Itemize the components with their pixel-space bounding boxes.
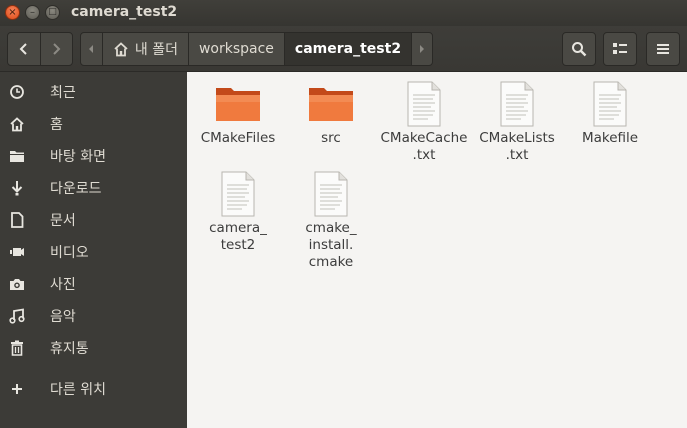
sidebar-item-videos[interactable]: 비디오 — [0, 237, 187, 267]
trash-icon — [8, 339, 26, 357]
sidebar-item-pictures[interactable]: 사진 — [0, 269, 187, 299]
search-button[interactable] — [562, 32, 596, 66]
text-file-icon — [586, 80, 634, 128]
sidebar-item-other-locations[interactable]: 다른 위치 — [0, 374, 187, 404]
path-home-button[interactable]: 내 폴더 — [101, 33, 188, 65]
text-file-icon — [214, 170, 262, 218]
file-item[interactable]: cmake_ install. cmake — [286, 170, 376, 271]
folder-icon — [214, 80, 262, 128]
sidebar-item-downloads[interactable]: 다운로드 — [0, 173, 187, 203]
file-name: CMakeFiles — [200, 130, 276, 146]
folder-icon — [8, 147, 26, 165]
sidebar-item-trash[interactable]: 휴지통 — [0, 333, 187, 363]
file-name: camera_ test2 — [209, 220, 267, 253]
sidebar-item-label: 홈 — [50, 117, 63, 133]
sidebar: 최근 홈 바탕 화면 다운로드 문서 비디오 사진 음악 휴지통 다른 위치 — [0, 72, 187, 428]
download-icon — [8, 179, 26, 197]
forward-button[interactable] — [39, 33, 73, 65]
window-title: camera_test2 — [71, 4, 178, 20]
home-icon — [8, 115, 26, 133]
path-scroll-left-button[interactable] — [81, 33, 102, 65]
file-item[interactable]: camera_ test2 — [193, 170, 283, 254]
text-file-icon — [307, 170, 355, 218]
file-view: CMakeFiles src CMakeCache .txt CMakeList… — [187, 72, 687, 428]
file-item[interactable]: Makefile — [565, 80, 655, 147]
triangle-right-icon — [420, 45, 425, 53]
sidebar-item-label: 비디오 — [50, 245, 89, 261]
file-name: CMakeLists .txt — [479, 130, 555, 163]
view-options-button[interactable] — [603, 32, 637, 66]
file-item[interactable]: src — [286, 80, 376, 147]
file-item[interactable]: CMakeLists .txt — [472, 80, 562, 164]
sidebar-item-recent[interactable]: 최근 — [0, 77, 187, 107]
list-view-icon — [613, 43, 627, 54]
minimize-icon: – — [30, 6, 35, 18]
sidebar-item-music[interactable]: 음악 — [0, 301, 187, 331]
sidebar-item-label: 다른 위치 — [50, 382, 106, 398]
maximize-icon: □ — [48, 7, 57, 17]
file-name: src — [321, 130, 341, 146]
text-file-icon — [400, 80, 448, 128]
close-icon: × — [8, 6, 17, 18]
sidebar-item-label: 사진 — [50, 277, 76, 293]
camera-icon — [8, 275, 26, 293]
file-item[interactable]: CMakeFiles — [193, 80, 283, 147]
sidebar-item-desktop[interactable]: 바탕 화면 — [0, 141, 187, 171]
file-name: Makefile — [581, 130, 639, 146]
text-file-icon — [493, 80, 541, 128]
file-name: cmake_ install. cmake — [305, 220, 357, 270]
menu-button[interactable] — [646, 32, 680, 66]
home-icon — [113, 41, 129, 57]
clock-icon — [8, 83, 26, 101]
sidebar-item-documents[interactable]: 문서 — [0, 205, 187, 235]
sidebar-item-label: 문서 — [50, 213, 76, 229]
video-icon — [8, 243, 26, 261]
music-icon — [8, 307, 26, 325]
minimize-window-button[interactable]: – — [25, 5, 40, 20]
document-icon — [8, 211, 26, 229]
sidebar-item-home[interactable]: 홈 — [0, 109, 187, 139]
file-item[interactable]: CMakeCache .txt — [379, 80, 469, 164]
path-scroll-right-button[interactable] — [411, 33, 432, 65]
search-icon — [572, 42, 587, 57]
toolbar: 내 폴더 workspace camera_test2 — [0, 26, 687, 72]
chevron-left-icon — [19, 43, 27, 55]
path-home-label: 내 폴더 — [134, 42, 178, 58]
file-name: CMakeCache .txt — [380, 130, 468, 163]
sidebar-item-label: 다운로드 — [50, 181, 102, 197]
close-window-button[interactable]: × — [5, 5, 20, 20]
path-segment-current[interactable]: camera_test2 — [283, 33, 412, 65]
sidebar-item-label: 최근 — [50, 85, 76, 101]
navigation-group — [7, 32, 73, 66]
path-segment-workspace[interactable]: workspace — [187, 33, 284, 65]
sidebar-item-label: 바탕 화면 — [50, 149, 106, 165]
sidebar-item-label: 휴지통 — [50, 341, 89, 357]
title-bar: × – □ camera_test2 — [0, 0, 687, 26]
plus-icon — [8, 380, 26, 398]
path-bar: 내 폴더 workspace camera_test2 — [80, 32, 433, 66]
folder-icon — [307, 80, 355, 128]
hamburger-menu-icon — [657, 44, 669, 54]
chevron-right-icon — [53, 43, 61, 55]
triangle-left-icon — [89, 45, 94, 53]
sidebar-item-label: 음악 — [50, 309, 76, 325]
maximize-window-button[interactable]: □ — [45, 5, 60, 20]
back-button[interactable] — [8, 33, 40, 65]
